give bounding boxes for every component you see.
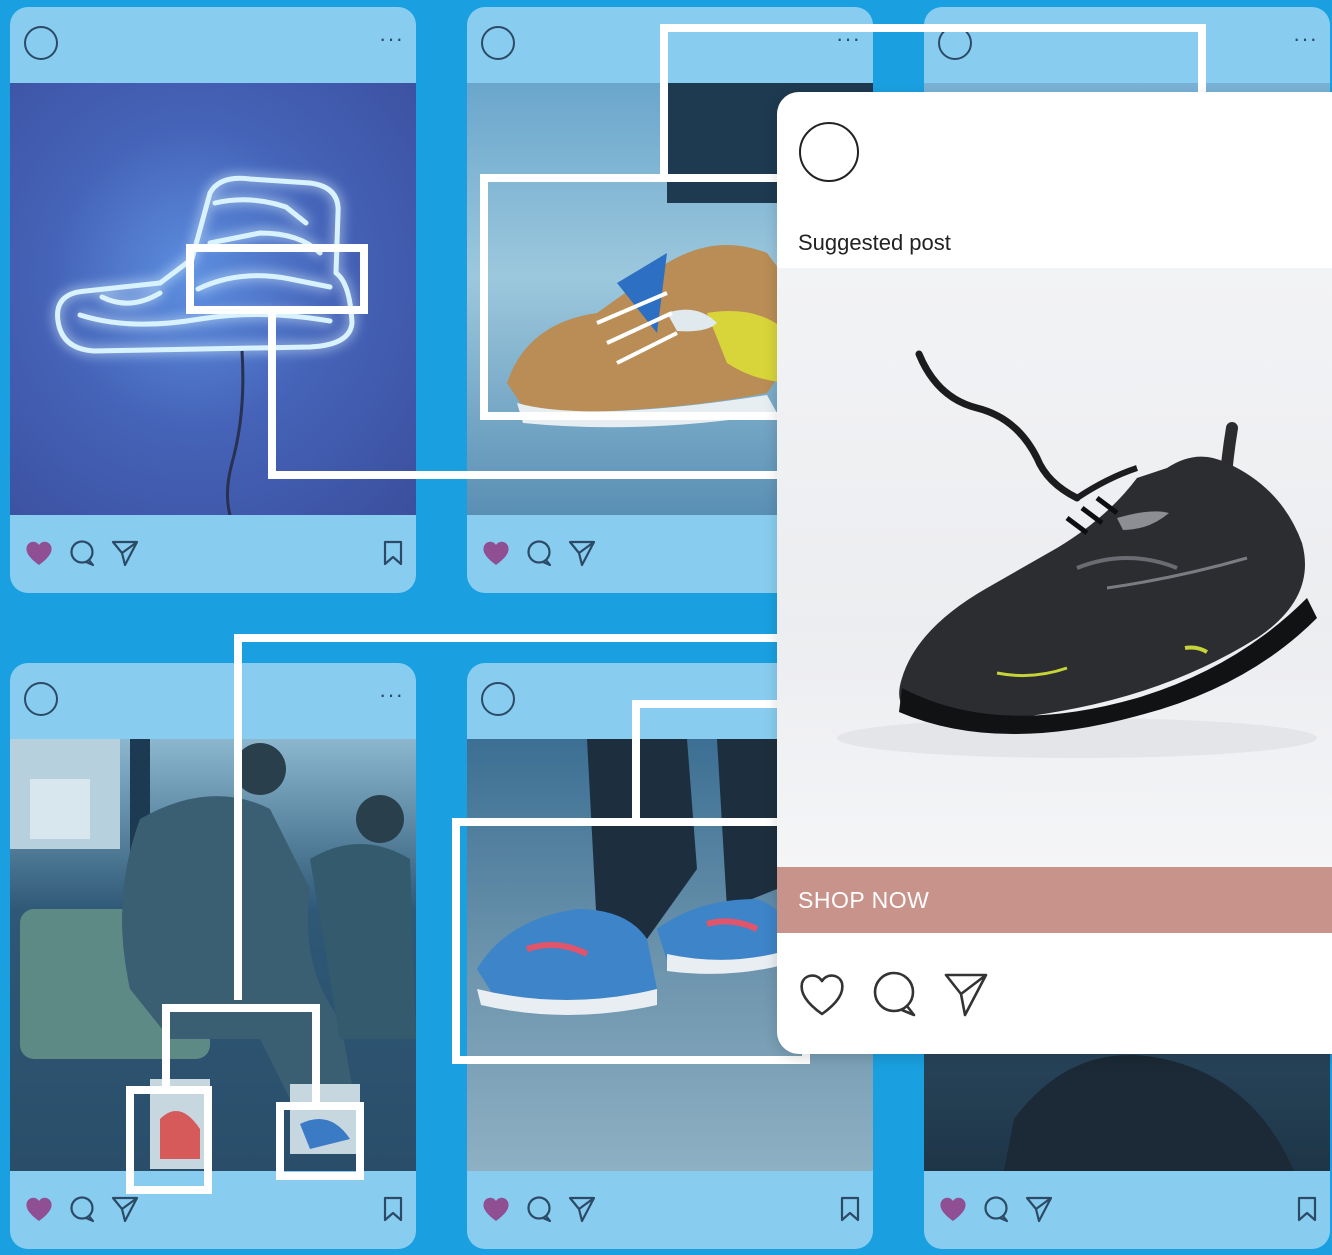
heart-filled-icon[interactable] — [481, 539, 511, 567]
share-icon[interactable] — [110, 539, 140, 567]
people-seated-image — [10, 739, 416, 1169]
more-dots-icon[interactable]: ··· — [1293, 28, 1318, 50]
share-icon[interactable] — [943, 970, 989, 1018]
post-photo[interactable] — [10, 739, 416, 1171]
avatar[interactable] — [799, 122, 859, 182]
comment-icon[interactable] — [871, 970, 919, 1018]
post-header: ··· — [924, 7, 1330, 83]
share-icon[interactable] — [1024, 1195, 1054, 1223]
comment-icon[interactable] — [525, 1195, 553, 1223]
comment-icon[interactable] — [68, 539, 96, 567]
post-header: ··· — [10, 7, 416, 83]
share-icon[interactable] — [567, 539, 597, 567]
more-dots-icon[interactable]: ··· — [379, 684, 404, 706]
heart-filled-icon[interactable] — [938, 1195, 968, 1223]
avatar[interactable] — [24, 26, 58, 60]
bookmark-icon[interactable] — [382, 1195, 404, 1223]
avatar[interactable] — [938, 26, 972, 60]
bookmark-icon[interactable] — [1296, 1195, 1318, 1223]
bookmark-icon[interactable] — [382, 539, 404, 567]
heart-filled-icon[interactable] — [481, 1195, 511, 1223]
post-header: ··· — [467, 7, 873, 83]
avatar[interactable] — [24, 682, 58, 716]
post-header: ··· — [10, 663, 416, 739]
post-actions — [10, 515, 416, 593]
heart-filled-icon[interactable] — [24, 1195, 54, 1223]
post-actions — [924, 1171, 1330, 1249]
post-photo[interactable] — [10, 83, 416, 515]
black-running-shoe-image — [837, 350, 1317, 758]
avatar[interactable] — [481, 26, 515, 60]
share-icon[interactable] — [110, 1195, 140, 1223]
post-card: ··· — [10, 663, 416, 1249]
more-dots-icon[interactable]: ··· — [836, 28, 861, 50]
shop-now-button[interactable]: SHOP NOW — [777, 867, 1332, 933]
share-icon[interactable] — [567, 1195, 597, 1223]
suggested-post-label: Suggested post — [798, 230, 951, 255]
post-card: ··· — [10, 7, 416, 593]
heart-filled-icon[interactable] — [24, 539, 54, 567]
neon-sneaker-sign-image — [55, 175, 355, 515]
bookmark-icon[interactable] — [839, 1195, 861, 1223]
more-dots-icon[interactable]: ··· — [379, 28, 404, 50]
heart-outline-icon[interactable] — [797, 970, 847, 1018]
post-actions — [10, 1171, 416, 1249]
product-image[interactable] — [777, 268, 1332, 868]
suggested-post-card: Suggested post SHOP NOW — [777, 92, 1332, 1054]
comment-icon[interactable] — [982, 1195, 1010, 1223]
avatar[interactable] — [481, 682, 515, 716]
post-actions — [467, 1171, 873, 1249]
comment-icon[interactable] — [68, 1195, 96, 1223]
comment-icon[interactable] — [525, 539, 553, 567]
